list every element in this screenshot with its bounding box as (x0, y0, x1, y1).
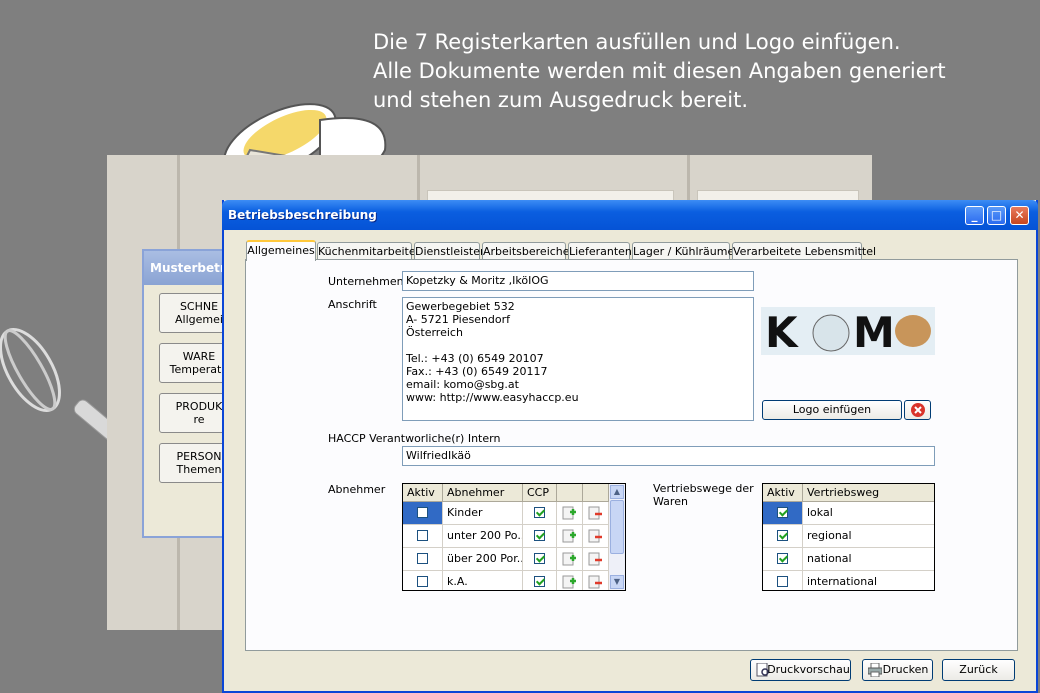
delete-icon (910, 403, 925, 417)
header-aktiv: Aktiv (403, 484, 443, 501)
remove-icon[interactable] (588, 529, 602, 543)
ccp-checkbox[interactable] (534, 507, 545, 518)
window-title: Betriebsbeschreibung (228, 208, 377, 222)
banner-line-1: Die 7 Registerkarten ausfüllen und Logo … (373, 30, 901, 54)
abnehmer-scrollbar[interactable]: ▲ ▼ (609, 484, 625, 590)
betriebsbeschreibung-window: Betriebsbeschreibung _ □ ✕ Allgemeines K… (222, 200, 1038, 693)
tab-dienstleister[interactable]: Dienstleister (414, 242, 485, 260)
printer-icon (868, 663, 882, 677)
aktiv-checkbox[interactable] (777, 553, 788, 564)
haccp-label: HACCP Verantworliche(r) Intern (328, 432, 501, 445)
add-icon[interactable] (562, 529, 576, 543)
tab-lager-kuehlraeume[interactable]: Lager / Kühlräume (632, 242, 734, 260)
vertriebsweg-name: national (807, 552, 852, 565)
vertriebsweg-name: international (807, 575, 878, 588)
anschrift-textarea[interactable]: Gewerbegebiet 532 A- 5721 Piesendorf Öst… (402, 297, 754, 421)
unternehmen-label: Unternehmen (328, 275, 404, 288)
tab-panel-allgemeines: Unternehmen Kopetzky & Moritz ,IköIOG An… (245, 259, 1018, 651)
abnehmer-table: Aktiv Abnehmer CCP Kinder unter 200 Po..… (402, 483, 626, 591)
tab-kuechenmitarbeiter[interactable]: Küchenmitarbeiter (317, 242, 420, 260)
logo-einfuegen-button[interactable]: Logo einfügen (762, 400, 902, 420)
svg-text:K: K (765, 308, 802, 355)
banner-line-3: und stehen zum Ausgedruck bereit. (373, 88, 749, 112)
unternehmen-input[interactable]: Kopetzky & Moritz ,IköIOG (402, 271, 754, 291)
zurueck-button[interactable]: Zurück (942, 659, 1015, 681)
remove-icon[interactable] (588, 575, 602, 589)
drucken-button[interactable]: Drucken (862, 659, 933, 681)
header-ccp: CCP (523, 484, 557, 501)
aktiv-checkbox[interactable] (777, 507, 788, 518)
ccp-checkbox[interactable] (534, 576, 545, 587)
table-row[interactable]: lokal (763, 502, 934, 525)
aktiv-checkbox[interactable] (777, 576, 788, 587)
tab-allgemeines[interactable]: Allgemeines (246, 240, 316, 261)
table-row[interactable]: k.A. (403, 571, 609, 590)
table-row[interactable]: Kinder (403, 502, 609, 525)
remove-icon[interactable] (588, 552, 602, 566)
scroll-up-icon[interactable]: ▲ (610, 485, 624, 499)
instruction-banner: Die 7 Registerkarten ausfüllen und Logo … (373, 28, 946, 115)
aktiv-checkbox[interactable] (777, 530, 788, 541)
header-aktiv: Aktiv (763, 484, 803, 501)
add-icon[interactable] (562, 552, 576, 566)
svg-text:M: M (853, 308, 895, 355)
preview-icon (756, 663, 769, 677)
tab-lieferanten[interactable]: Lieferanten (568, 242, 632, 260)
aktiv-checkbox[interactable] (417, 507, 428, 518)
background-dialog-title: Musterbetrieb (144, 251, 234, 285)
maximize-icon: □ (990, 208, 1003, 222)
abnehmer-name: Kinder (443, 502, 523, 524)
tab-verarbeitete-lebensmittel[interactable]: Verarbeitete Lebensmittel (732, 242, 876, 260)
company-logo: K M (761, 307, 935, 355)
table-row[interactable]: national (763, 548, 934, 571)
abnehmer-table-header: Aktiv Abnehmer CCP (403, 484, 625, 502)
vertriebsweg-name: lokal (807, 506, 833, 519)
close-icon: ✕ (1014, 208, 1025, 222)
table-row[interactable]: über 200 Por... (403, 548, 609, 571)
ccp-checkbox[interactable] (534, 553, 545, 564)
abnehmer-name: über 200 Por... (443, 548, 523, 570)
abnehmer-name: k.A. (443, 571, 523, 590)
maximize-button[interactable]: □ (987, 206, 1006, 225)
minimize-icon: _ (971, 208, 978, 222)
table-row[interactable]: unter 200 Po... (403, 525, 609, 548)
haccp-input[interactable]: WilfriedIkäö (402, 446, 935, 466)
ccp-checkbox[interactable] (534, 530, 545, 541)
banner-line-2: Alle Dokumente werden mit diesen Angaben… (373, 59, 946, 83)
add-icon[interactable] (562, 506, 576, 520)
table-row[interactable]: international (763, 571, 934, 590)
vertriebswege-label: Vertriebswege der Waren (653, 482, 754, 508)
vertriebsweg-name: regional (807, 529, 852, 542)
scroll-down-icon[interactable]: ▼ (610, 575, 624, 589)
remove-logo-button[interactable] (904, 400, 931, 420)
abnehmer-name: unter 200 Po... (443, 525, 523, 547)
aktiv-checkbox[interactable] (417, 576, 428, 587)
druckvorschau-button[interactable]: Druckvorschau (750, 659, 851, 681)
vertriebswege-table-header: Aktiv Vertriebsweg (763, 484, 934, 502)
aktiv-checkbox[interactable] (417, 530, 428, 541)
scroll-thumb[interactable] (610, 500, 624, 554)
aktiv-checkbox[interactable] (417, 553, 428, 564)
header-vertriebsweg: Vertriebsweg (807, 486, 880, 499)
anschrift-label: Anschrift (328, 298, 377, 311)
close-button[interactable]: ✕ (1010, 206, 1029, 225)
header-abnehmer: Abnehmer (443, 484, 523, 501)
vertriebswege-table: Aktiv Vertriebsweg lokal regional nation… (762, 483, 935, 591)
title-bar[interactable]: Betriebsbeschreibung _ □ ✕ (222, 200, 1038, 230)
minimize-button[interactable]: _ (965, 206, 984, 225)
add-icon[interactable] (562, 575, 576, 589)
background-dialog: Musterbetrieb SCHNEAllgemei WARETemperat… (142, 249, 239, 538)
tab-arbeitsbereiche[interactable]: Arbeitsbereiche (482, 242, 570, 260)
remove-icon[interactable] (588, 506, 602, 520)
abnehmer-label: Abnehmer (328, 483, 386, 496)
table-row[interactable]: regional (763, 525, 934, 548)
